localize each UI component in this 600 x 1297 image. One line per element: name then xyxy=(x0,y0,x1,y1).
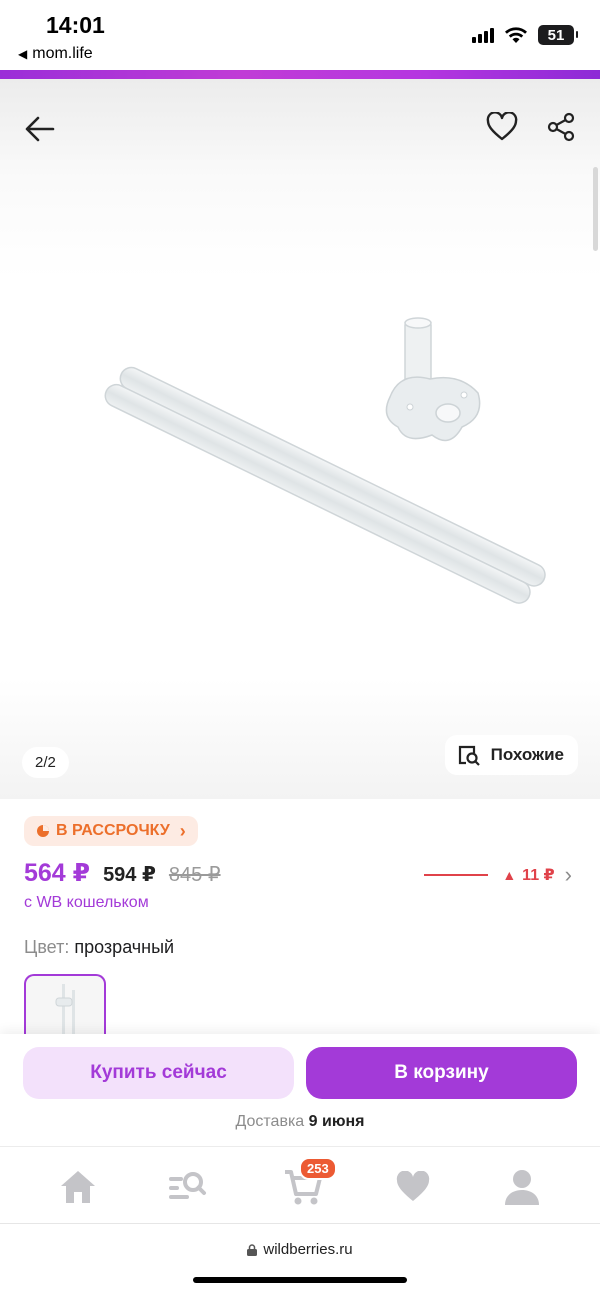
back-triangle-icon: ◀ xyxy=(18,47,28,61)
cart-count-badge: 253 xyxy=(299,1157,337,1180)
favorite-heart-icon[interactable] xyxy=(484,109,520,145)
action-panel: Купить сейчас В корзину Доставка 9 июня xyxy=(0,1034,600,1146)
similar-button[interactable]: Похожие xyxy=(444,735,578,775)
product-photo-straws xyxy=(104,317,546,604)
bottom-nav: 253 xyxy=(0,1146,600,1224)
wifi-icon xyxy=(505,27,527,43)
site-header-strip xyxy=(0,70,600,79)
chevron-right-icon: › xyxy=(564,862,572,887)
lock-icon xyxy=(247,1243,258,1256)
home-indicator[interactable] xyxy=(193,1277,407,1283)
add-to-cart-button[interactable]: В корзину xyxy=(306,1047,577,1099)
profile-icon xyxy=(505,1170,539,1205)
price-without-wallet: 594 ₽ xyxy=(103,864,156,886)
delivery-info: Доставка 9 июня xyxy=(0,1113,600,1131)
back-to-app-link[interactable]: ◀ mom.life xyxy=(18,45,93,63)
browser-url-bar[interactable]: wildberries.ru xyxy=(0,1224,600,1297)
price-trend-value: 11 ₽ xyxy=(522,867,555,884)
buy-now-button[interactable]: Купить сейчас xyxy=(23,1047,294,1099)
chevron-right-icon: › xyxy=(179,820,186,841)
heart-icon xyxy=(396,1171,430,1201)
price-row: 564 ₽ 594 ₽ 845 ₽ xyxy=(24,858,221,888)
pie-chart-icon xyxy=(37,825,49,837)
share-icon[interactable] xyxy=(544,109,578,145)
nav-favorites[interactable] xyxy=(391,1165,435,1209)
url-text: wildberries.ru xyxy=(263,1241,353,1258)
installment-badge[interactable]: В РАССРОЧКУ › xyxy=(24,816,198,846)
status-time: 14:01 xyxy=(46,12,105,38)
price-up-icon: ▲ xyxy=(502,867,517,883)
color-value: прозрачный xyxy=(74,937,175,957)
similar-search-icon xyxy=(458,745,480,766)
price-main: 564 ₽ xyxy=(24,859,91,887)
product-gallery[interactable]: 2/2 Похожие xyxy=(0,79,600,799)
delivery-label: Доставка xyxy=(235,1113,305,1130)
price-trend-line xyxy=(424,874,489,876)
signal-icon xyxy=(472,27,494,43)
scrollbar[interactable] xyxy=(593,167,598,251)
nav-profile[interactable] xyxy=(500,1165,544,1209)
home-icon xyxy=(61,1171,95,1203)
wallet-note: с WB кошельком xyxy=(24,894,149,911)
back-app-label: mom.life xyxy=(32,45,93,62)
status-icons: 51 xyxy=(472,25,578,45)
price-history-link[interactable]: ▲ 11 ₽ › xyxy=(424,862,572,888)
price-old: 845 ₽ xyxy=(168,864,221,886)
back-arrow-icon[interactable] xyxy=(22,111,58,147)
delivery-date: 9 июня xyxy=(308,1113,365,1130)
battery-icon: 51 xyxy=(538,25,578,45)
nav-home[interactable] xyxy=(56,1165,100,1209)
catalog-search-icon xyxy=(169,1172,206,1199)
status-bar: 14:01 ◀ mom.life 51 xyxy=(0,0,600,70)
nav-cart[interactable]: 253 xyxy=(281,1157,337,1209)
installment-label: В РАССРОЧКУ xyxy=(56,822,170,839)
nav-catalog[interactable] xyxy=(165,1165,209,1209)
color-selector-label: Цвет: прозрачный xyxy=(24,937,174,958)
color-label: Цвет: xyxy=(24,937,70,957)
similar-label: Похожие xyxy=(490,745,564,764)
image-counter: 2/2 xyxy=(22,747,69,778)
